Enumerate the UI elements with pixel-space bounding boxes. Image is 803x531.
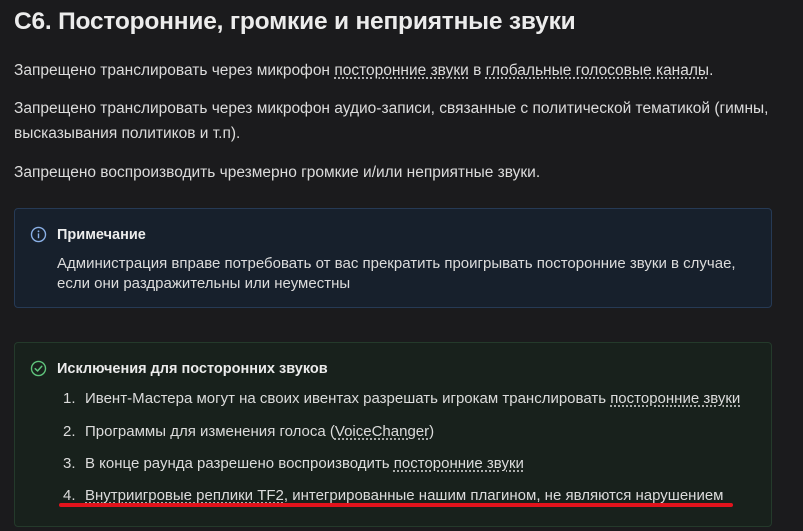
list-text: Программы для изменения голоса ( [85,423,335,440]
rule-paragraph-2: Запрещено транслировать через микрофон а… [14,100,769,142]
link-voicechanger[interactable]: VoiceChanger [335,423,429,440]
info-icon [30,226,47,243]
list-text: В конце раунда разрешено воспроизводить [85,455,394,472]
rule-paragraph-1: Запрещено транслировать через микрофон п… [14,58,789,83]
note-text: Администрация вправе потребовать от вас … [57,255,736,292]
rule-text: . [709,62,714,79]
note-callout: Примечание Администрация вправе потребов… [14,208,772,308]
exceptions-callout: Исключения для посторонних звуков 1. Ивен… [14,342,772,527]
page-title: С6. Посторонние, громкие и неприятные зв… [14,8,576,35]
list-text: ) [429,423,435,440]
list-number: 2. [63,423,76,440]
list-number: 1. [63,390,76,407]
rule-text: Запрещено транслировать через микрофон [14,62,335,79]
rule-text: в [468,62,486,79]
link-tf2-voicelines[interactable]: Внутриигровые реплики TF2 [85,487,284,504]
link-global-voice-channels[interactable]: глобальные голосовые каналы [486,62,709,79]
exceptions-title: Исключения для посторонних звуков [57,361,328,377]
link-foreign-sounds[interactable]: посторонние звуки [610,390,740,407]
rule-paragraph-3: Запрещено воспроизводить чрезмерно громк… [14,164,541,181]
list-text: Ивент-Мастера могут на своих ивентах раз… [85,390,611,407]
list-number: 3. [63,455,76,472]
check-circle-icon [30,360,47,377]
note-title: Примечание [57,227,146,243]
list-text: , интегрированные нашим плагином, не явл… [283,487,724,504]
highlight-underline [59,503,733,507]
list-item: 2. Программы для изменения голоса (VoiceC… [63,422,434,442]
link-foreign-sounds[interactable]: посторонние звуки [334,62,468,79]
list-item: 1. Ивент-Мастера могут на своих ивентах р… [63,389,740,409]
list-item: 3. В конце раунда разрешено воспроизводит… [63,454,524,474]
link-foreign-sounds[interactable]: посторонние звуки [394,455,524,472]
